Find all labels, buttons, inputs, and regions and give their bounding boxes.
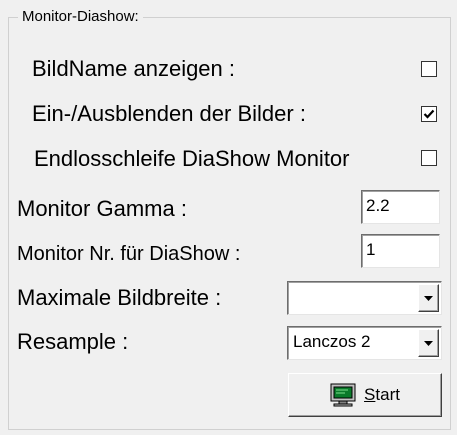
chevron-down-icon [424, 295, 433, 301]
resample-label: Resample : [17, 329, 129, 354]
einausblenden-label: Ein-/Ausblenden der Bilder : [32, 101, 306, 126]
monitor-nr-input[interactable]: 1 [361, 234, 440, 268]
chevron-down-icon [424, 340, 433, 346]
bildname-label: BildName anzeigen : [32, 56, 236, 81]
gamma-input[interactable]: 2.2 [361, 190, 440, 224]
endlosschleife-checkbox[interactable] [421, 150, 437, 166]
max-width-label: Maximale Bildbreite : [17, 285, 222, 310]
monitor-nr-label: Monitor Nr. für DiaShow : [17, 243, 241, 265]
monitor-icon [330, 383, 356, 407]
einausblenden-checkbox[interactable] [421, 106, 437, 122]
start-label-rest: tart [375, 385, 400, 404]
max-width-dropdown-button[interactable] [418, 284, 439, 312]
start-button[interactable]: Start [288, 373, 442, 417]
max-width-dropdown[interactable] [287, 281, 442, 315]
bildname-checkbox[interactable] [421, 61, 437, 77]
gamma-label: Monitor Gamma : [17, 196, 187, 221]
start-button-label: Start [364, 385, 400, 405]
resample-value: Lanczos 2 [293, 332, 371, 351]
start-accelerator: S [364, 385, 376, 404]
resample-dropdown-button[interactable] [418, 329, 439, 357]
resample-dropdown[interactable]: Lanczos 2 [287, 326, 442, 360]
group-title: Monitor-Diashow: [18, 7, 143, 27]
checkmark-icon [423, 109, 435, 119]
endlosschleife-label: Endlosschleife DiaShow Monitor [34, 146, 350, 171]
